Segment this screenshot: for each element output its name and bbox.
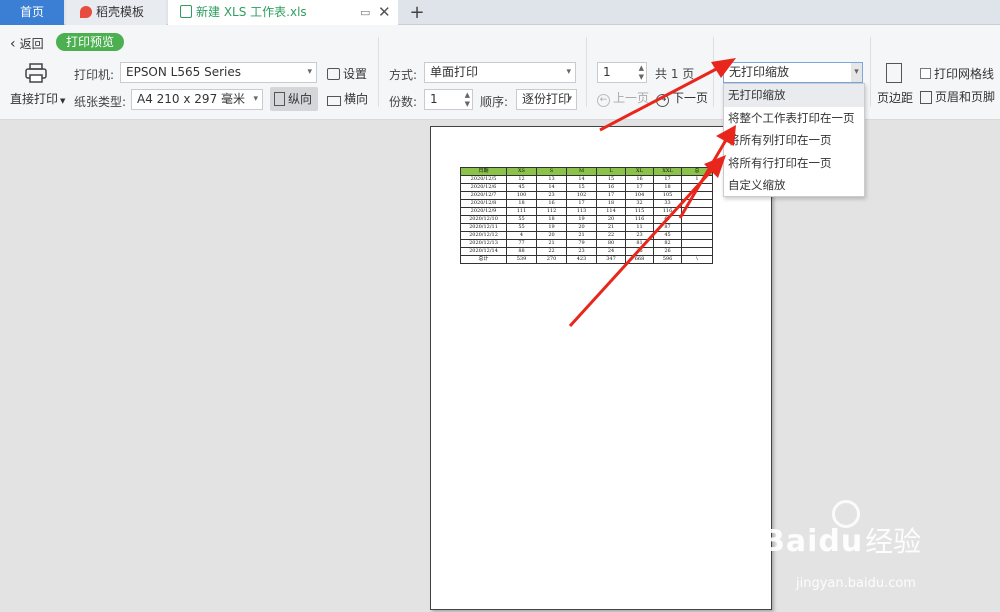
watermark-brand: Baidu: [762, 524, 864, 559]
paw-icon: [832, 500, 860, 528]
baidu-watermark: Baidu经验: [762, 500, 922, 560]
watermark-url: jingyan.baidu.com: [796, 576, 916, 591]
arrow-to-fit-rows: [568, 168, 714, 328]
arrow-to-scale-select: [599, 64, 723, 132]
watermark-cn: 经验: [865, 525, 922, 558]
